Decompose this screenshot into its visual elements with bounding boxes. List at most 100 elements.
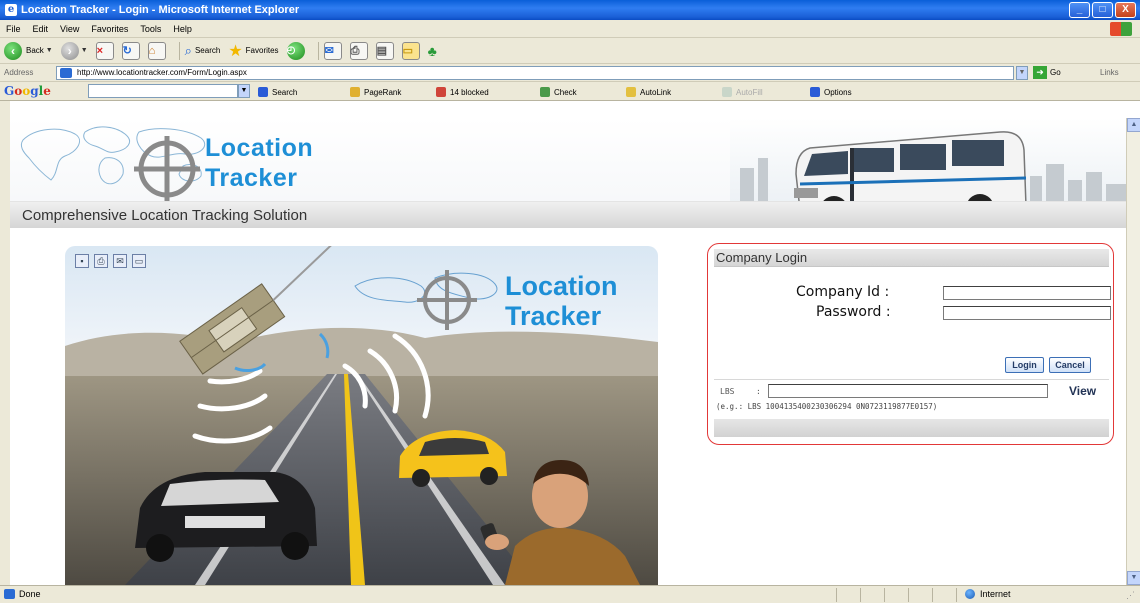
- address-label: Address: [4, 68, 34, 77]
- messenger-icon[interactable]: ♣: [428, 43, 437, 59]
- google-search-input[interactable]: [88, 84, 238, 98]
- zone-label: Internet: [980, 589, 1011, 599]
- tagline-bar: Comprehensive Location Tracking Solution: [10, 201, 1126, 228]
- status-divider: [836, 588, 837, 602]
- close-button[interactable]: X: [1115, 2, 1136, 18]
- menu-file[interactable]: File: [6, 24, 21, 34]
- menu-view[interactable]: View: [60, 24, 79, 34]
- scroll-up-icon[interactable]: ▲: [1127, 118, 1140, 132]
- print-icon[interactable]: ⎙: [94, 254, 108, 268]
- status-divider: [908, 588, 909, 602]
- toolbar-separator: [317, 41, 319, 60]
- go-button[interactable]: ➜ Go: [1033, 66, 1061, 79]
- status-done-label: Done: [19, 589, 41, 599]
- autofill-icon: [722, 87, 732, 97]
- forward-dropdown-icon[interactable]: ▼: [81, 47, 88, 54]
- search-button[interactable]: ⌕ Search: [185, 43, 221, 59]
- lbs-input[interactable]: [768, 384, 1048, 398]
- spellcheck-button[interactable]: Check: [540, 87, 577, 97]
- search-label: Search: [194, 46, 221, 55]
- forward-button[interactable]: › ▼: [60, 41, 88, 60]
- menu-favorites[interactable]: Favorites: [91, 24, 128, 34]
- resize-grip-icon[interactable]: ⋰: [1126, 590, 1135, 601]
- status-divider: [884, 588, 885, 602]
- lbs-row: LBS : View: [714, 379, 1109, 402]
- edit-icon[interactable]: ▤: [375, 41, 394, 60]
- google-logo[interactable]: Google: [4, 84, 51, 98]
- back-label: Back: [26, 46, 44, 55]
- popup-blocker[interactable]: 14 blocked: [436, 87, 489, 97]
- password-input[interactable]: [943, 306, 1111, 320]
- options-icon: [810, 87, 820, 97]
- print-icon[interactable]: ⎙: [349, 41, 368, 60]
- page-icon: [4, 589, 15, 599]
- view-link[interactable]: View: [1069, 384, 1096, 398]
- links-button[interactable]: Links: [1100, 68, 1119, 77]
- login-title: Company Login: [716, 250, 808, 265]
- forward-arrow-icon: ›: [60, 41, 79, 60]
- minimize-button[interactable]: _: [1069, 2, 1090, 18]
- back-button[interactable]: ‹ Back ▼: [4, 41, 53, 60]
- pagerank-indicator[interactable]: PageRank: [350, 87, 401, 97]
- login-header: Company Login: [714, 249, 1109, 267]
- cancel-button[interactable]: Cancel: [1049, 357, 1091, 373]
- google-dropdown-icon[interactable]: ▼: [238, 84, 250, 98]
- address-bar: Address http://www.locationtracker.com/F…: [0, 64, 1140, 82]
- autofill-button[interactable]: AutoFill: [722, 87, 763, 97]
- title-bar[interactable]: e Location Tracker - Login - Microsoft I…: [0, 0, 1140, 20]
- google-search-button[interactable]: Search: [258, 87, 297, 97]
- mail-icon[interactable]: ✉: [113, 254, 127, 268]
- lbs-colon: :: [756, 387, 761, 396]
- image-toolbar: ▪ ⎙ ✉ ▭: [75, 254, 146, 268]
- hero-image: ▪ ⎙ ✉ ▭ Location Tracker: [65, 246, 658, 585]
- autofill-label: AutoFill: [736, 87, 763, 97]
- home-icon[interactable]: ⌂: [147, 41, 166, 60]
- maximize-button[interactable]: □: [1092, 2, 1113, 18]
- folder-icon[interactable]: ▭: [401, 41, 420, 60]
- menu-edit[interactable]: Edit: [33, 24, 49, 34]
- menu-bar: File Edit View Favorites Tools Help: [0, 20, 1140, 38]
- stop-icon[interactable]: ×: [95, 41, 114, 60]
- options-button[interactable]: Options: [810, 87, 852, 97]
- go-label: Go: [1050, 68, 1061, 77]
- status-divider: [932, 588, 933, 602]
- pagerank-label: PageRank: [364, 87, 402, 97]
- address-input[interactable]: http://www.locationtracker.com/Form/Logi…: [56, 66, 1014, 80]
- company-login-panel: Company Login Company Id : Password : Lo…: [707, 243, 1114, 445]
- site-logo-line1: Location: [205, 134, 314, 162]
- company-id-input[interactable]: [943, 286, 1111, 300]
- web-page: Location Tracker Comprehensive Location …: [10, 118, 1126, 585]
- refresh-icon[interactable]: ↻: [121, 41, 140, 60]
- google-toolbar: Google ▼ Search PageRank 14 blocked Chec…: [0, 82, 1140, 101]
- favorites-label: Favorites: [245, 46, 279, 55]
- favorites-button[interactable]: ★ Favorites: [228, 41, 278, 61]
- search-icon: ⌕: [184, 42, 192, 58]
- options-label: Options: [824, 87, 852, 97]
- pagerank-icon: [350, 87, 360, 97]
- site-tagline: Comprehensive Location Tracking Solution: [22, 207, 308, 224]
- mail-icon[interactable]: ✉: [323, 41, 342, 60]
- security-zone[interactable]: Internet: [965, 589, 1011, 599]
- back-dropdown-icon[interactable]: ▼: [46, 47, 53, 54]
- lbs-example-hint: (e.g.: LBS 1004135400230306294 0N0723119…: [716, 402, 938, 411]
- autolink-button[interactable]: AutoLink: [626, 87, 671, 97]
- address-dropdown-icon[interactable]: ▼: [1016, 66, 1028, 80]
- windows-flag-icon: [1110, 22, 1132, 36]
- check-label: Check: [554, 87, 577, 97]
- hero-logo-line2: Tracker: [505, 301, 602, 331]
- back-arrow-icon: ‹: [4, 41, 22, 60]
- crosshair-logo-icon: [134, 136, 200, 202]
- status-bar: Done Internet ⋰: [0, 585, 1140, 603]
- vertical-scrollbar[interactable]: ▲ ▼: [1126, 118, 1140, 585]
- login-footer: [714, 419, 1109, 437]
- save-icon[interactable]: ▪: [75, 254, 89, 268]
- folder-icon[interactable]: ▭: [132, 254, 146, 268]
- menu-help[interactable]: Help: [173, 24, 192, 34]
- page-icon: [60, 68, 72, 78]
- status-divider: [860, 588, 861, 602]
- popup-blocker-icon: [436, 87, 446, 97]
- scroll-down-icon[interactable]: ▼: [1127, 571, 1140, 585]
- menu-tools[interactable]: Tools: [140, 24, 161, 34]
- login-button[interactable]: Login: [1005, 357, 1044, 373]
- history-icon[interactable]: ◴: [286, 41, 305, 60]
